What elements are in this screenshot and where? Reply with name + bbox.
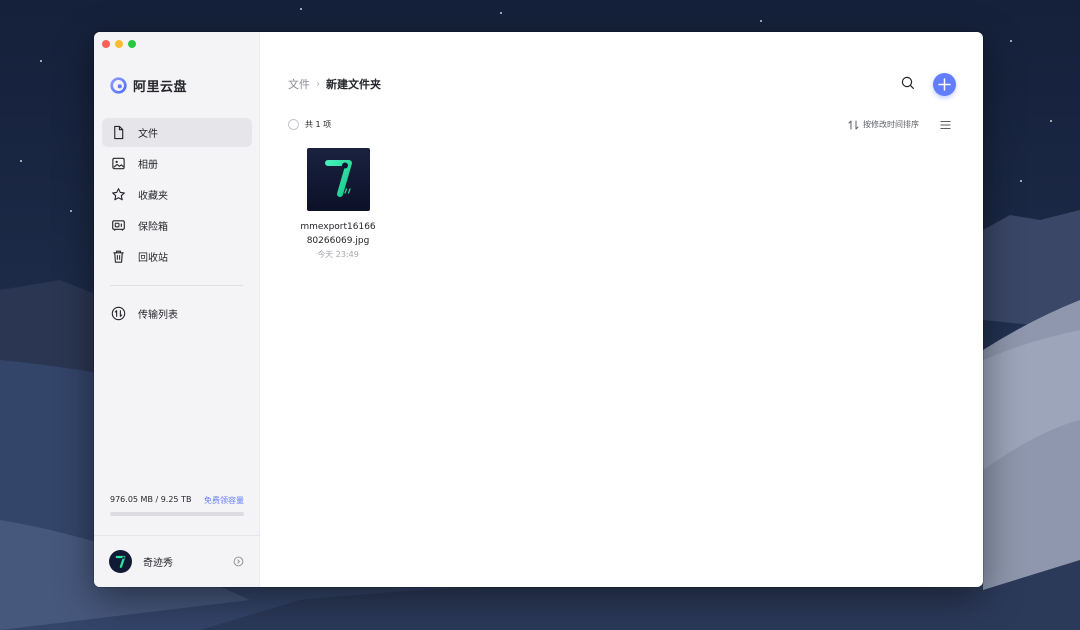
trash-icon: [113, 250, 124, 263]
image-thumbnail-logo-icon: [306, 148, 370, 211]
file-name: mmexport16166 80266069.jpg: [288, 220, 388, 248]
star-icon: [112, 188, 125, 201]
user-name: 奇迹秀: [143, 558, 173, 569]
main-content: 文件 › 新建文件夹 共 1 项 按修改时间排序 mmexport16166 8…: [260, 32, 983, 587]
breadcrumb-separator: ›: [316, 78, 320, 90]
sidebar-item-label: 相册: [138, 160, 158, 171]
breadcrumb-parent[interactable]: 文件: [288, 76, 310, 92]
user-menu-icon[interactable]: [233, 556, 244, 567]
sidebar-item-album[interactable]: 相册: [102, 149, 252, 178]
sort-label: 按修改时间排序: [863, 120, 919, 129]
sidebar-item-files[interactable]: 文件: [102, 118, 252, 147]
app-name: 阿里云盘: [133, 80, 188, 95]
add-button[interactable]: [933, 73, 956, 96]
free-capacity-link[interactable]: 免费领容量: [204, 495, 244, 506]
sidebar-item-label: 收藏夹: [138, 191, 168, 202]
minimize-window-button[interactable]: [115, 40, 123, 48]
sidebar-item-safe-box[interactable]: 保险箱: [102, 211, 252, 240]
app-window: 阿里云盘 文件 相册 收藏夹 保险箱 回收站 传输列表 976.05 MB / …: [94, 32, 983, 587]
avatar[interactable]: [109, 550, 132, 573]
user-avatar-logo-icon: [115, 555, 126, 568]
sidebar-item-label: 传输列表: [138, 310, 178, 321]
sidebar-nav: 文件 相册 收藏夹 保险箱 回收站: [102, 118, 252, 273]
sort-icon: [848, 120, 859, 129]
sidebar-secondary-nav: 传输列表: [102, 299, 252, 330]
search-icon[interactable]: [900, 75, 916, 91]
list-view-icon[interactable]: [940, 120, 951, 130]
select-all-checkbox[interactable]: [288, 119, 299, 130]
sidebar-item-label: 保险箱: [138, 222, 168, 233]
sidebar-item-label: 回收站: [138, 253, 168, 264]
plus-icon: [938, 78, 951, 91]
photo-album-icon: [112, 157, 125, 170]
select-all: 共 1 项: [288, 119, 331, 130]
close-window-button[interactable]: [102, 40, 110, 48]
safe-box-icon: [112, 220, 125, 231]
file-thumbnail: [306, 148, 370, 211]
sidebar-item-label: 文件: [138, 129, 158, 140]
storage-usage: 976.05 MB / 9.25 TB 免费领容量: [110, 495, 244, 516]
sidebar: 阿里云盘 文件 相册 收藏夹 保险箱 回收站 传输列表 976.05 MB / …: [94, 32, 260, 587]
storage-progress-bar: [110, 512, 244, 516]
sort-button[interactable]: 按修改时间排序: [848, 119, 919, 130]
sidebar-item-favorites[interactable]: 收藏夹: [102, 180, 252, 209]
file-toolbar: 共 1 项 按修改时间排序: [288, 119, 954, 131]
transfer-icon: [111, 306, 126, 321]
storage-usage-text: 976.05 MB / 9.25 TB: [110, 495, 192, 504]
file-modified-time: 今天 23:49: [317, 250, 359, 259]
sidebar-item-transfer-list[interactable]: 传输列表: [102, 299, 252, 328]
window-controls: [102, 40, 136, 48]
sidebar-item-trash[interactable]: 回收站: [102, 242, 252, 271]
file-icon: [114, 125, 124, 140]
user-profile[interactable]: 奇迹秀: [94, 535, 260, 587]
sidebar-divider: [110, 285, 243, 286]
breadcrumb-current: 新建文件夹: [326, 78, 381, 91]
file-item[interactable]: mmexport16166 80266069.jpg 今天 23:49: [288, 148, 388, 260]
app-brand: 阿里云盘: [110, 76, 187, 95]
aliyun-drive-logo-icon: [110, 77, 127, 94]
file-name-line-2: 80266069.jpg: [306, 236, 370, 246]
breadcrumb: 文件 › 新建文件夹: [288, 76, 381, 92]
item-count: 共 1 项: [305, 120, 332, 129]
maximize-window-button[interactable]: [128, 40, 136, 48]
file-name-line-1: mmexport16166: [300, 222, 376, 232]
